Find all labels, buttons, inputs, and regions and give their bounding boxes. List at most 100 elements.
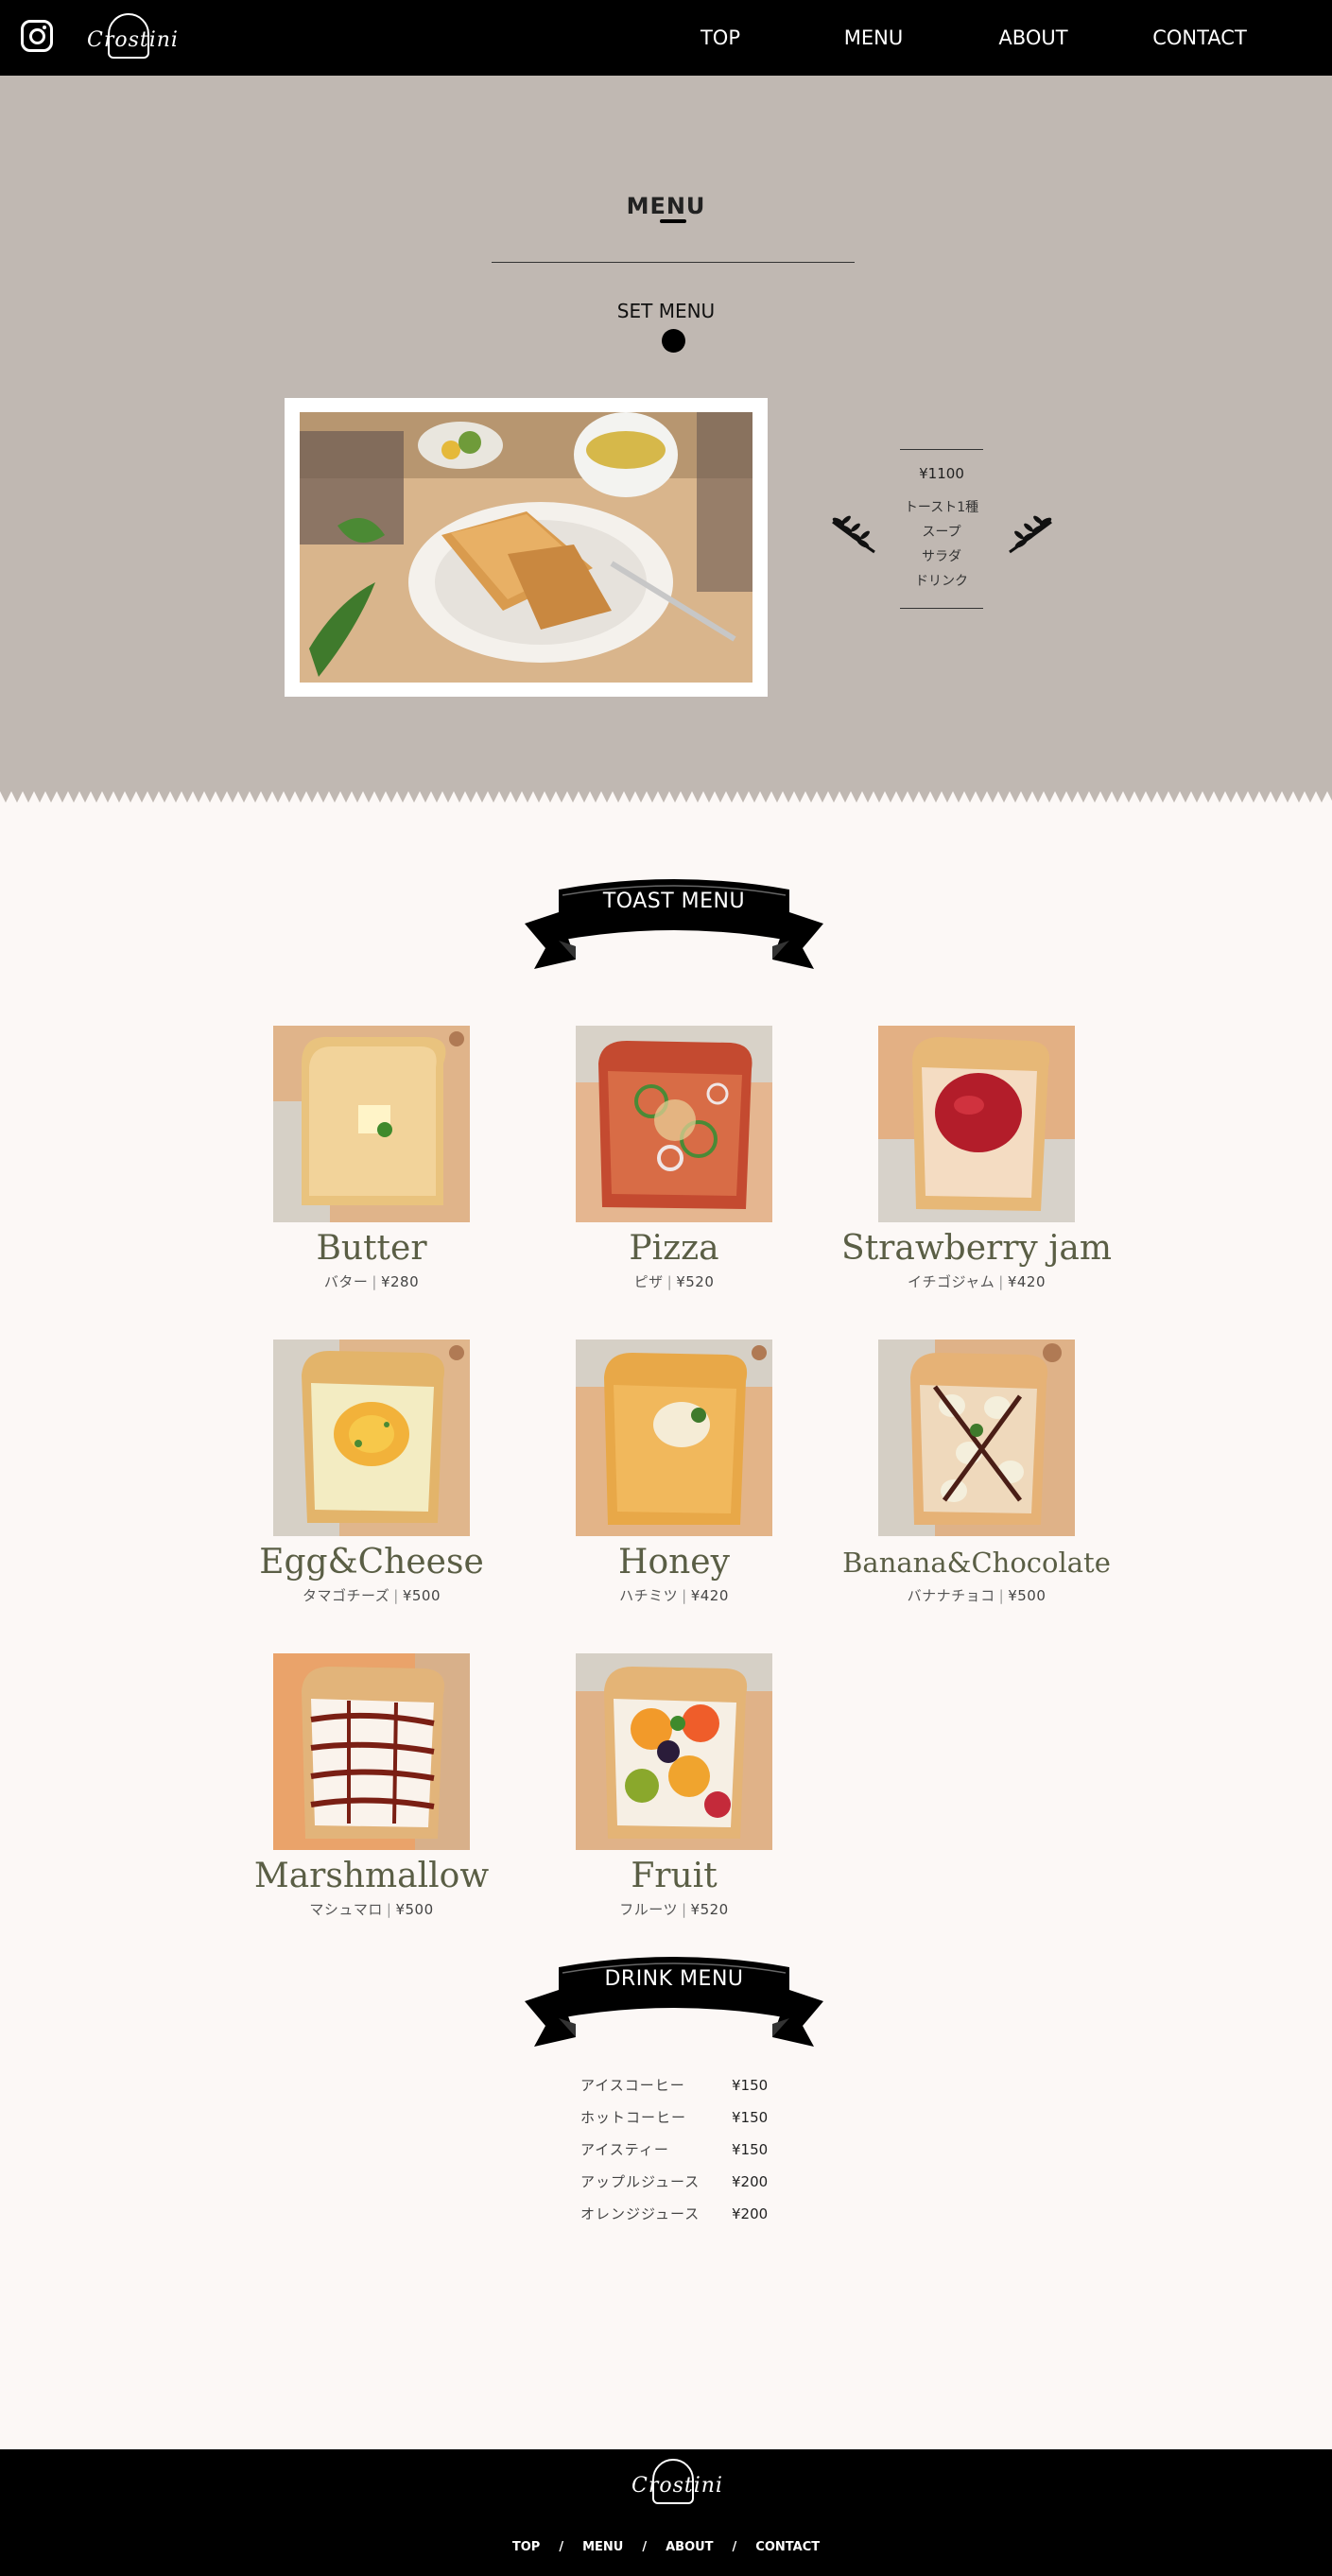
footer-nav-menu[interactable]: MENU (582, 2540, 623, 2554)
drink-menu-banner: DRINK MENU (525, 1952, 823, 2056)
drink-price: ¥200 (732, 2205, 769, 2222)
item-price: ¥420 (690, 1587, 729, 1604)
drink-row: アイスティー ¥150 (580, 2134, 768, 2166)
drink-name: オレンジジュース (580, 2205, 701, 2222)
fruit-toast-photo (576, 1653, 772, 1850)
strawberry-jam-toast-photo (878, 1026, 1075, 1222)
set-item: ドリンク (915, 574, 968, 589)
footer-nav-separator: / (642, 2540, 648, 2554)
main-nav: TOP MENU ABOUT CONTACT (644, 0, 1332, 76)
drink-name: ホットコーヒー (580, 2109, 687, 2126)
set-menu-price: ¥1100 (919, 465, 964, 482)
menu-item-banana-chocolate[interactable]: Banana&Chocolate バナナチョコ | ¥500 (825, 1340, 1128, 1605)
title-underline (660, 219, 686, 223)
menu-item-fruit[interactable]: Fruit フルーツ | ¥520 (523, 1653, 825, 1919)
item-jp-name: タマゴチーズ (302, 1587, 390, 1604)
egg-cheese-toast-photo (273, 1340, 470, 1536)
toast-menu-banner: TOAST MENU (525, 874, 823, 978)
menu-item-butter[interactable]: Butter バター | ¥280 (220, 1026, 523, 1291)
drink-row: ホットコーヒー ¥150 (580, 2101, 768, 2134)
nav-about[interactable]: ABOUT (950, 0, 1116, 76)
item-name: Marshmallow (253, 1857, 490, 1895)
footer-nav-contact[interactable]: CONTACT (755, 2540, 820, 2554)
site-logo[interactable]: Crostini (83, 13, 178, 64)
set-menu-section: MENU SET MENU ¥1100 トースト1種 スープ サラダ ドリンク (0, 76, 1332, 803)
marshmallow-toast-photo (273, 1653, 470, 1850)
menu-item-egg-cheese[interactable]: Egg&Cheese タマゴチーズ | ¥500 (220, 1340, 523, 1605)
logo-text: Crostini (87, 28, 179, 52)
menu-item-honey[interactable]: Honey ハチミツ | ¥420 (523, 1340, 825, 1605)
footer-nav-about[interactable]: ABOUT (666, 2540, 713, 2554)
item-details: イチゴジャム | ¥420 (907, 1273, 1046, 1290)
item-jp-name: マシュマロ (309, 1901, 383, 1918)
butter-toast-photo (273, 1026, 470, 1222)
laurel-left-icon (832, 515, 875, 554)
drink-menu-section: DRINK MENU アイスコーヒー ¥150 ホットコーヒー ¥150 アイスティ… (0, 1952, 1332, 2449)
set-menu-photo (300, 412, 752, 683)
menu-item-strawberry-jam[interactable]: Strawberry jam イチゴジャム | ¥420 (825, 1026, 1128, 1291)
honey-toast-photo (576, 1340, 772, 1536)
drink-row: アップルジュース ¥200 (580, 2166, 768, 2198)
drink-name: アップルジュース (580, 2173, 701, 2190)
item-price: ¥500 (395, 1901, 434, 1918)
drink-price: ¥150 (732, 2141, 769, 2158)
price-rule-bottom (900, 608, 983, 609)
set-item: トースト1種 (904, 500, 979, 515)
nav-menu[interactable]: MENU (797, 0, 950, 76)
item-price: ¥500 (402, 1587, 441, 1604)
drink-price: ¥150 (732, 2109, 769, 2126)
instagram-icon[interactable] (21, 20, 53, 52)
footer-nav-top[interactable]: TOP (512, 2540, 540, 2554)
toast-menu-section: TOAST MENU Butter バター|¥280 Pizza ピザ| (0, 791, 1332, 1952)
item-price: ¥520 (690, 1901, 729, 1918)
drink-row: アイスコーヒー ¥150 (580, 2069, 768, 2101)
item-jp-name: バナナチョコ (907, 1587, 995, 1604)
footer-logo-text: Crostini (631, 2474, 723, 2498)
drink-list: アイスコーヒー ¥150 ホットコーヒー ¥150 アイスティー ¥150 アップルジ… (580, 2069, 768, 2230)
set-menu-contents: トースト1種 スープ サラダ ドリンク (900, 495, 983, 594)
set-item: サラダ (922, 549, 961, 564)
toast-menu-title: TOAST MENU (602, 890, 746, 913)
site-footer: Crostini TOP / MENU / ABOUT / CONTACT (0, 2449, 1332, 2576)
item-price: ¥500 (1008, 1587, 1047, 1604)
item-details: バナナチョコ | ¥500 (907, 1587, 1047, 1604)
drink-menu-title: DRINK MENU (604, 1967, 744, 1991)
drink-price: ¥200 (732, 2173, 769, 2190)
menu-item-pizza[interactable]: Pizza ピザ | ¥520 (523, 1026, 825, 1291)
menu-item-marshmallow[interactable]: Marshmallow マシュマロ | ¥500 (220, 1653, 523, 1919)
nav-top[interactable]: TOP (644, 0, 797, 76)
footer-logo[interactable]: Crostini (628, 2459, 722, 2510)
set-menu-label: SET MENU (616, 300, 716, 322)
pizza-toast-photo (576, 1026, 772, 1222)
drink-row: オレンジジュース ¥200 (580, 2198, 768, 2230)
item-jp-name: ピザ (633, 1273, 664, 1290)
item-price: ¥420 (1007, 1273, 1046, 1290)
divider (492, 262, 855, 263)
item-jp-name: バター (323, 1273, 369, 1290)
item-jp-name: フルーツ (619, 1901, 678, 1918)
item-details: ハチミツ | ¥420 (619, 1587, 729, 1604)
set-menu-price-card: ¥1100 トースト1種 スープ サラダ ドリンク (900, 449, 983, 609)
price-rule-top (900, 449, 983, 450)
page-title: MENU (626, 193, 706, 219)
set-item: スープ (922, 525, 961, 540)
item-details: マシュマロ | ¥500 (309, 1901, 434, 1918)
item-price: ¥280 (380, 1273, 420, 1290)
item-details: タマゴチーズ | ¥500 (302, 1587, 441, 1604)
item-name: Egg&Cheese (259, 1543, 484, 1582)
item-jp-name: イチゴジャム (907, 1273, 995, 1290)
nav-contact[interactable]: CONTACT (1116, 0, 1332, 76)
laurel-right-icon (1009, 515, 1052, 554)
item-details: ピザ | ¥520 (633, 1273, 715, 1290)
item-name: Honey (618, 1543, 730, 1582)
footer-nav: TOP / MENU / ABOUT / CONTACT (0, 2540, 1332, 2554)
item-name: Butter (316, 1229, 427, 1268)
footer-nav-separator: / (732, 2540, 737, 2554)
item-details: フルーツ | ¥520 (619, 1901, 729, 1918)
bullet-dot (662, 329, 685, 353)
drink-name: アイスコーヒー (580, 2077, 685, 2094)
item-name: Strawberry jam (841, 1229, 1112, 1268)
drink-price: ¥150 (732, 2077, 769, 2094)
item-price: ¥520 (676, 1273, 715, 1290)
banana-chocolate-toast-photo (878, 1340, 1075, 1536)
